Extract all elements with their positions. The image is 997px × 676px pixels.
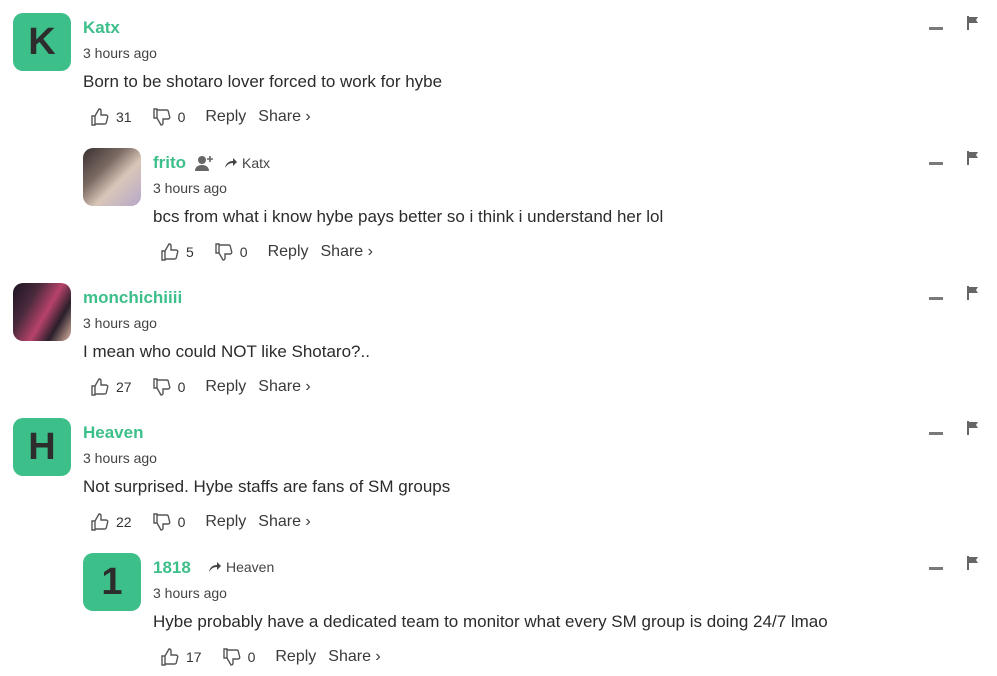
comment-text: bcs from what i know hybe pays better so… (153, 207, 664, 226)
reply-button[interactable]: Reply (205, 513, 246, 531)
comment-actions: 31 0 Reply Share › (90, 106, 323, 128)
share-button[interactable]: Share › (328, 648, 380, 666)
comment-time: 3 hours ago (83, 45, 157, 61)
dislike-count: 0 (247, 649, 256, 665)
share-button[interactable]: Share › (258, 108, 310, 126)
flag-icon[interactable] (967, 421, 979, 435)
reply-arrow-icon (224, 157, 238, 169)
thumbs-down-icon[interactable] (222, 647, 242, 667)
like-count: 17 (186, 649, 202, 665)
comment-author[interactable]: Heaven (83, 423, 143, 443)
share-button[interactable]: Share › (258, 513, 310, 531)
comment: H Heaven 3 hours ago Not surprised. Hybe… (0, 405, 997, 540)
dislike-count: 0 (177, 379, 186, 395)
thumbs-up-icon[interactable] (90, 107, 110, 127)
comment-author[interactable]: frito (153, 153, 186, 173)
like-count: 22 (116, 514, 132, 530)
reply-button[interactable]: Reply (275, 648, 316, 666)
follow-user-icon[interactable] (194, 154, 214, 172)
comment-time: 3 hours ago (83, 450, 157, 466)
thumbs-up-icon[interactable] (90, 377, 110, 397)
thumbs-up-icon[interactable] (160, 242, 180, 262)
comment-actions: 17 0 Reply Share › (160, 646, 393, 668)
reply-arrow-icon (208, 561, 222, 573)
thumbs-down-icon[interactable] (152, 377, 172, 397)
comment-thread: K Katx 3 hours ago Born to be shotaro lo… (0, 0, 997, 676)
comment-actions: 22 0 Reply Share › (90, 511, 323, 533)
thumbs-up-icon[interactable] (160, 647, 180, 667)
comment: monchichiiii 3 hours ago I mean who coul… (0, 270, 997, 405)
reply-meta: Katx (192, 154, 270, 172)
collapse-icon[interactable] (929, 26, 943, 30)
comment-author[interactable]: monchichiiii (83, 288, 182, 308)
comment-time: 3 hours ago (153, 180, 227, 196)
comment-tools (929, 421, 979, 435)
comment-time: 3 hours ago (153, 585, 227, 601)
reply-meta: Heaven (208, 559, 274, 575)
comment-text: I mean who could NOT like Shotaro?.. (83, 342, 370, 361)
comment-text: Born to be shotaro lover forced to work … (83, 72, 443, 91)
avatar[interactable]: K (13, 13, 71, 71)
comment-text: Hybe probably have a dedicated team to m… (153, 612, 828, 631)
like-count: 31 (116, 109, 132, 125)
comment-tools (929, 286, 979, 300)
like-count: 5 (186, 244, 194, 260)
collapse-icon[interactable] (929, 431, 943, 435)
reply-to-name[interactable]: Katx (242, 155, 270, 171)
flag-icon[interactable] (967, 16, 979, 30)
comment-actions: 27 0 Reply Share › (90, 376, 323, 398)
avatar[interactable] (13, 283, 71, 341)
thumbs-down-icon[interactable] (152, 107, 172, 127)
comment-tools (929, 556, 979, 570)
share-button[interactable]: Share › (258, 378, 310, 396)
avatar[interactable]: H (13, 418, 71, 476)
comment-reply: frito Katx 3 hours ago bcs from what i k… (0, 135, 997, 270)
reply-button[interactable]: Reply (268, 243, 309, 261)
dislike-count: 0 (177, 514, 186, 530)
dislike-count: 0 (177, 109, 186, 125)
comment-time: 3 hours ago (83, 315, 157, 331)
flag-icon[interactable] (967, 286, 979, 300)
thumbs-up-icon[interactable] (90, 512, 110, 532)
comment-author[interactable]: Katx (83, 18, 120, 38)
comment-author[interactable]: 1818 (153, 558, 191, 578)
reply-button[interactable]: Reply (205, 108, 246, 126)
comment-reply: 1 1818 Heaven 3 hours ago Hybe probably … (0, 540, 997, 675)
thumbs-down-icon[interactable] (152, 512, 172, 532)
comment-tools (929, 151, 979, 165)
flag-icon[interactable] (967, 556, 979, 570)
dislike-count: 0 (239, 244, 248, 260)
flag-icon[interactable] (967, 151, 979, 165)
collapse-icon[interactable] (929, 161, 943, 165)
like-count: 27 (116, 379, 132, 395)
comment-tools (929, 16, 979, 30)
thumbs-down-icon[interactable] (214, 242, 234, 262)
collapse-icon[interactable] (929, 566, 943, 570)
comment-actions: 5 0 Reply Share › (160, 241, 385, 263)
comment: K Katx 3 hours ago Born to be shotaro lo… (0, 0, 997, 135)
avatar[interactable] (83, 148, 141, 206)
share-button[interactable]: Share › (321, 243, 373, 261)
avatar[interactable]: 1 (83, 553, 141, 611)
reply-to-name[interactable]: Heaven (226, 559, 274, 575)
reply-button[interactable]: Reply (205, 378, 246, 396)
comment-text: Not surprised. Hybe staffs are fans of S… (83, 477, 451, 496)
collapse-icon[interactable] (929, 296, 943, 300)
